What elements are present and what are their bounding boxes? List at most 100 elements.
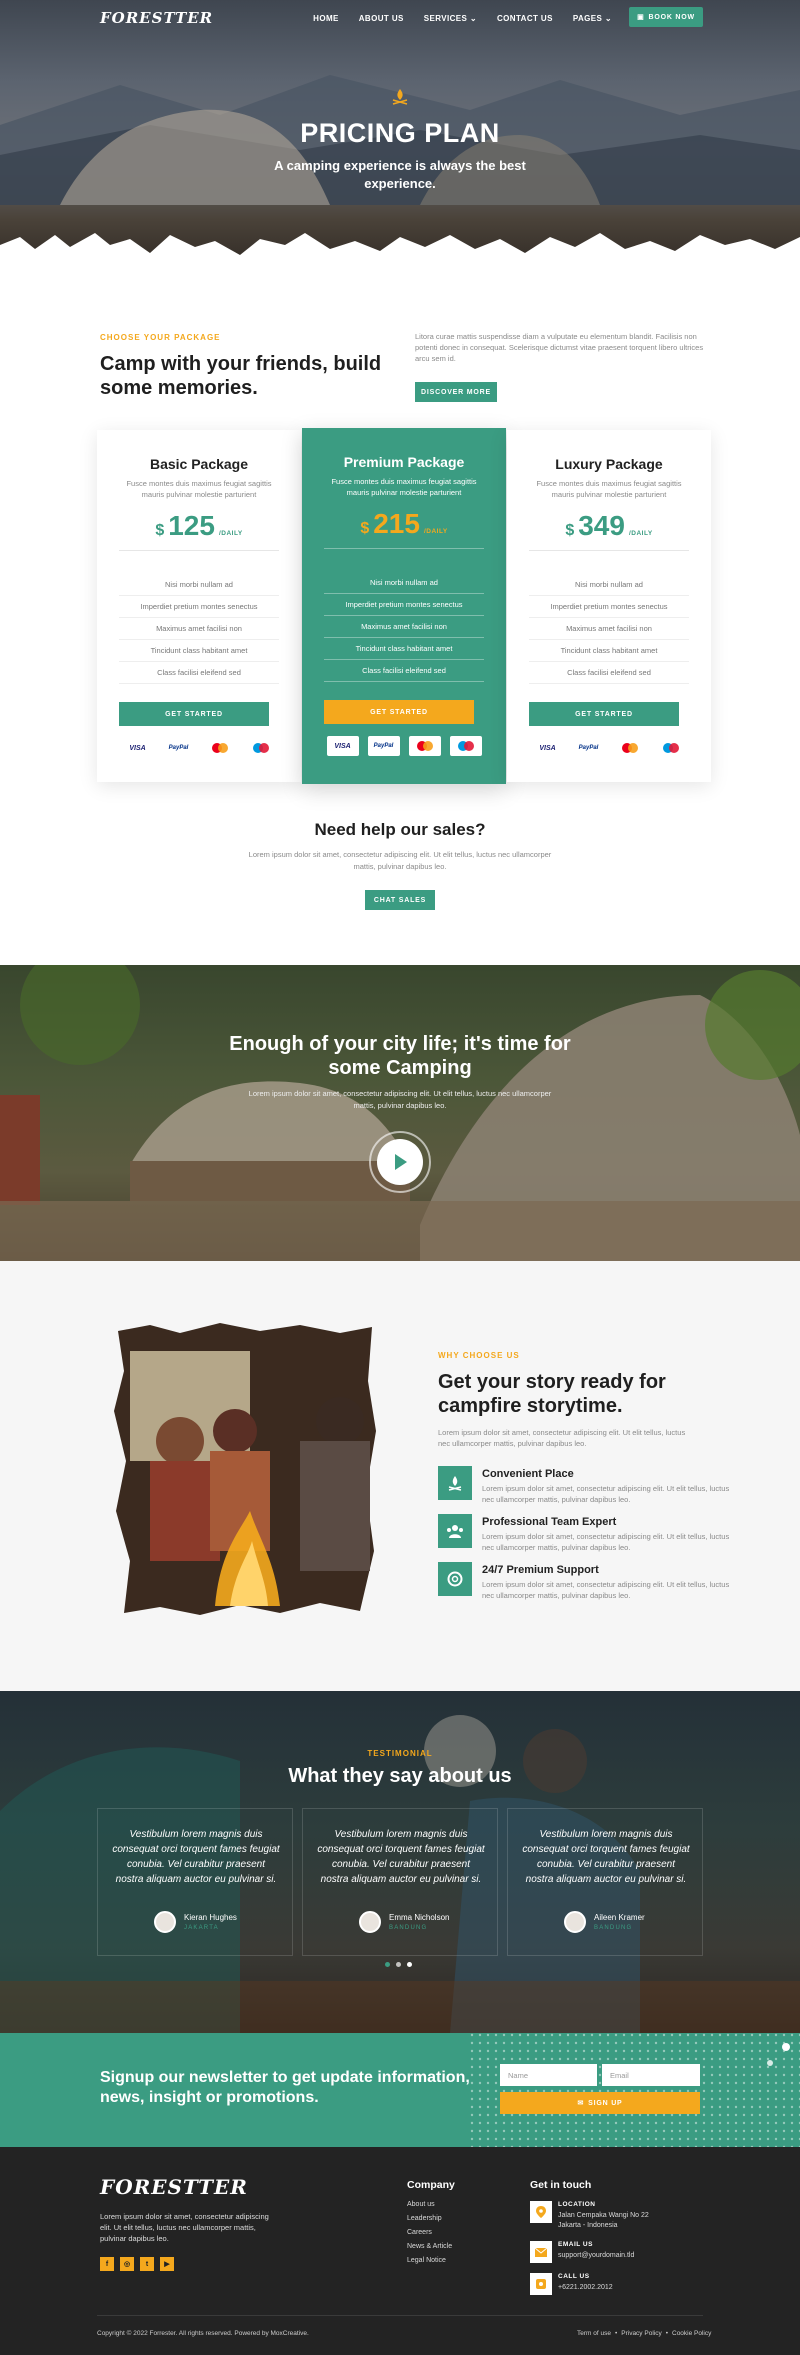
sign-up-button[interactable]: ✉ SIGN UP: [500, 2092, 700, 2114]
get-started-button[interactable]: GET STARTED: [324, 700, 474, 724]
feature-item: Imperdiet pretium montes senectus: [529, 596, 689, 618]
testimonial-card: Vestibulum lorem magnis duis consequat o…: [302, 1808, 498, 1956]
testimonial-card: Vestibulum lorem magnis duis consequat o…: [507, 1808, 703, 1956]
price-period: /DAILY: [423, 528, 448, 535]
footer-link-leadership[interactable]: Leadership: [407, 2215, 442, 2222]
twitter-icon[interactable]: t: [140, 2257, 154, 2271]
footer-link-legal[interactable]: Legal Notice: [407, 2257, 446, 2264]
price-value: 349: [578, 510, 625, 541]
intro-title-1: Camp with your friends, build: [100, 353, 382, 375]
carousel-dot-active[interactable]: [407, 1962, 412, 1967]
currency: $: [360, 520, 370, 537]
nav-contact[interactable]: CONTACT US: [497, 14, 553, 23]
cookie-policy-link[interactable]: Cookie Policy: [672, 2330, 711, 2337]
feature-team-expert: Professional Team Expert Lorem ipsum dol…: [438, 1514, 738, 1554]
video-text-2: mattis, pulvinar dapibus leo.: [353, 1101, 447, 1110]
testimonial-card: Vestibulum lorem magnis duis consequat o…: [97, 1808, 293, 1956]
plan-card-premium: Premium Package Fusce montes duis maximu…: [302, 428, 506, 784]
discover-more-button[interactable]: DISCOVER MORE: [415, 382, 497, 402]
privacy-policy-link[interactable]: Privacy Policy: [621, 2330, 661, 2337]
play-icon: [377, 1139, 423, 1185]
footer-logo[interactable]: FORESTTER: [100, 2175, 248, 2199]
reviewer-name: Kieran Hughes: [184, 1913, 237, 1922]
instagram-icon[interactable]: ◎: [120, 2257, 134, 2271]
location-line-1: Jalan Cempaka Wangi No 22: [558, 2212, 649, 2219]
why-tag: WHY CHOOSE US: [438, 1351, 520, 1360]
nav-about[interactable]: ABOUT US: [359, 14, 404, 23]
feature-item: Class facilisi eleifend sed: [119, 662, 279, 684]
feature-item: Nisi morbi nullam ad: [529, 574, 689, 596]
plan-name: Luxury Package: [555, 456, 663, 472]
price-value: 125: [168, 510, 215, 541]
plan-price: $125/DAILY: [97, 510, 301, 542]
newsletter-section: Signup our newsletter to get update info…: [0, 2033, 800, 2147]
book-now-button[interactable]: ▣ BOOK NOW: [629, 7, 703, 27]
video-section: Enough of your city life; it's time for …: [0, 965, 800, 1261]
hero-section: FORESTTER HOME ABOUT US SERVICES ⌄ CONTA…: [0, 0, 800, 275]
company-title: Company: [407, 2179, 455, 2191]
chevron-down-icon: ⌄: [604, 14, 612, 23]
feature-item: Nisi morbi nullam ad: [119, 574, 279, 596]
divider: [119, 550, 279, 551]
chevron-down-icon: ⌄: [469, 14, 477, 23]
maestro-icon: [449, 736, 482, 756]
paypal-icon: PayPal: [578, 745, 599, 751]
footer-link-news[interactable]: News & Article: [407, 2243, 452, 2250]
carousel-dot[interactable]: [396, 1962, 401, 1967]
price-value: 215: [373, 508, 420, 539]
currency: $: [155, 522, 165, 539]
testimonial-tag: TESTIMONIAL: [367, 1749, 433, 1758]
mastercard-icon: [408, 736, 441, 756]
separator-dot: •: [614, 2330, 618, 2337]
feature-item: Maximus amet facilisi non: [324, 616, 484, 638]
play-button[interactable]: [369, 1131, 431, 1193]
torn-edge: [0, 233, 800, 275]
visa-icon: VISA: [326, 736, 359, 756]
campfire-emblem-icon: [392, 89, 408, 105]
plan-card-basic: Basic Package Fusce montes duis maximus …: [97, 430, 301, 782]
feature-item: Maximus amet facilisi non: [119, 618, 279, 640]
plan-card-luxury: Luxury Package Fusce montes duis maximus…: [507, 430, 711, 782]
feature-item: Imperdiet pretium montes senectus: [324, 594, 484, 616]
plan-price: $215/DAILY: [302, 508, 506, 540]
campfire-photo: [114, 1323, 376, 1615]
support-icon: [438, 1562, 472, 1596]
footer-link-about[interactable]: About us: [407, 2201, 435, 2208]
feature-item: Tincidunt class habitant amet: [119, 640, 279, 662]
get-started-button[interactable]: GET STARTED: [529, 702, 679, 726]
youtube-icon[interactable]: ▶: [160, 2257, 174, 2271]
phone-value[interactable]: +6221.2002.2012: [558, 2283, 613, 2293]
reviewer-city: BANDUNG: [389, 1925, 428, 1931]
chat-sales-button[interactable]: CHAT SALES: [365, 890, 435, 910]
payment-methods: VISA PayPal: [117, 738, 281, 758]
carousel-dot[interactable]: [385, 1962, 390, 1967]
sign-up-label: SIGN UP: [588, 2099, 623, 2107]
payment-methods: VISA PayPal: [527, 738, 691, 758]
term-of-use-link[interactable]: Term of use: [577, 2330, 611, 2337]
footer-link-careers[interactable]: Careers: [407, 2229, 432, 2236]
name-input[interactable]: Name: [500, 2064, 597, 2086]
nav-services[interactable]: SERVICES ⌄: [424, 14, 477, 23]
feature-item: Class facilisi eleifend sed: [324, 660, 484, 682]
divider: [324, 548, 484, 549]
get-started-button[interactable]: GET STARTED: [119, 702, 269, 726]
nav-pages[interactable]: PAGES ⌄: [573, 14, 612, 23]
email-value[interactable]: support@yourdomain.tld: [558, 2251, 634, 2261]
price-period: /DAILY: [218, 530, 243, 537]
feature-list: Nisi morbi nullam ad Imperdiet pretium m…: [119, 574, 279, 684]
footer-about: Lorem ipsum dolor sit amet, consectetur …: [100, 2212, 269, 2243]
nav-home[interactable]: HOME: [313, 14, 339, 23]
video-title-1: Enough of your city life; it's time for: [229, 1033, 571, 1055]
social-links: f ◎ t ▶: [100, 2257, 174, 2271]
facebook-icon[interactable]: f: [100, 2257, 114, 2271]
why-title-2: campfire storytime.: [438, 1395, 623, 1417]
logo[interactable]: FORESTTER: [100, 9, 213, 27]
phone-icon: [530, 2273, 552, 2295]
testimonial-quote: Vestibulum lorem magnis duis consequat o…: [112, 1829, 280, 1885]
hero-subtitle-2: experience.: [364, 176, 436, 191]
team-icon: [438, 1514, 472, 1548]
email-input[interactable]: Email: [602, 2064, 700, 2086]
email-icon: [530, 2241, 552, 2263]
camp-scene: [0, 965, 800, 1261]
paypal-icon: PayPal: [367, 736, 400, 756]
